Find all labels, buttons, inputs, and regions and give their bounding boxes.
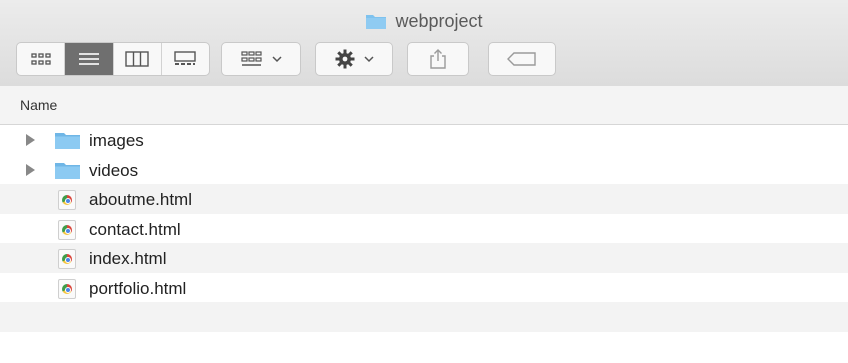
column-header-bar: Name — [0, 86, 848, 125]
action-menu-button[interactable] — [315, 42, 393, 76]
item-name: videos — [89, 160, 139, 180]
share-button[interactable] — [407, 42, 469, 76]
empty-list-area — [0, 302, 848, 363]
window-title: webproject — [0, 11, 848, 32]
list-item[interactable]: aboutme.html — [0, 184, 848, 214]
view-mode-selector — [16, 42, 210, 76]
list-lines-icon — [78, 53, 99, 65]
tags-button[interactable] — [488, 42, 556, 76]
icon-grid-icon — [30, 53, 51, 65]
gallery-icon — [174, 51, 197, 65]
html-file-icon — [58, 249, 76, 269]
item-name: aboutme.html — [89, 190, 192, 209]
columns-icon — [125, 51, 149, 67]
name-column-header[interactable]: Name — [20, 97, 57, 113]
folder-icon — [366, 15, 387, 29]
title-bar: webproject — [0, 0, 848, 87]
list-item[interactable]: images — [0, 125, 848, 155]
html-file-icon — [58, 278, 76, 299]
disclosure-triangle-icon[interactable] — [26, 134, 35, 146]
window-title-text: webproject — [395, 11, 483, 31]
folder-icon — [55, 133, 80, 149]
item-name: portfolio.html — [89, 278, 187, 298]
group-by-button[interactable] — [221, 42, 301, 76]
gallery-view-button[interactable] — [162, 43, 209, 75]
html-file-icon — [58, 190, 76, 210]
finder-window: webproject Name images videos aboutme.ht… — [0, 0, 848, 363]
file-list: images videos aboutme.html contact.html … — [0, 125, 848, 302]
icon-view-button[interactable] — [17, 43, 66, 75]
folder-icon — [55, 162, 80, 179]
list-item[interactable]: contact.html — [0, 214, 848, 244]
column-view-button[interactable] — [114, 43, 162, 75]
item-name: images — [89, 131, 144, 150]
list-item[interactable]: portfolio.html — [0, 273, 848, 303]
chevron-down-icon — [272, 56, 282, 63]
list-item[interactable]: videos — [0, 155, 848, 185]
empty-row — [0, 331, 848, 361]
disclosure-triangle-icon[interactable] — [26, 163, 35, 176]
item-name: contact.html — [89, 219, 181, 239]
tag-icon — [507, 52, 536, 66]
share-icon — [430, 49, 446, 69]
grid-arrange-icon — [241, 51, 262, 66]
list-item[interactable]: index.html — [0, 243, 848, 273]
gear-icon — [335, 49, 355, 69]
chevron-down-icon — [364, 56, 374, 63]
empty-row — [0, 302, 848, 332]
item-name: index.html — [89, 249, 167, 268]
list-view-button[interactable] — [65, 43, 114, 75]
html-file-icon — [58, 219, 76, 240]
